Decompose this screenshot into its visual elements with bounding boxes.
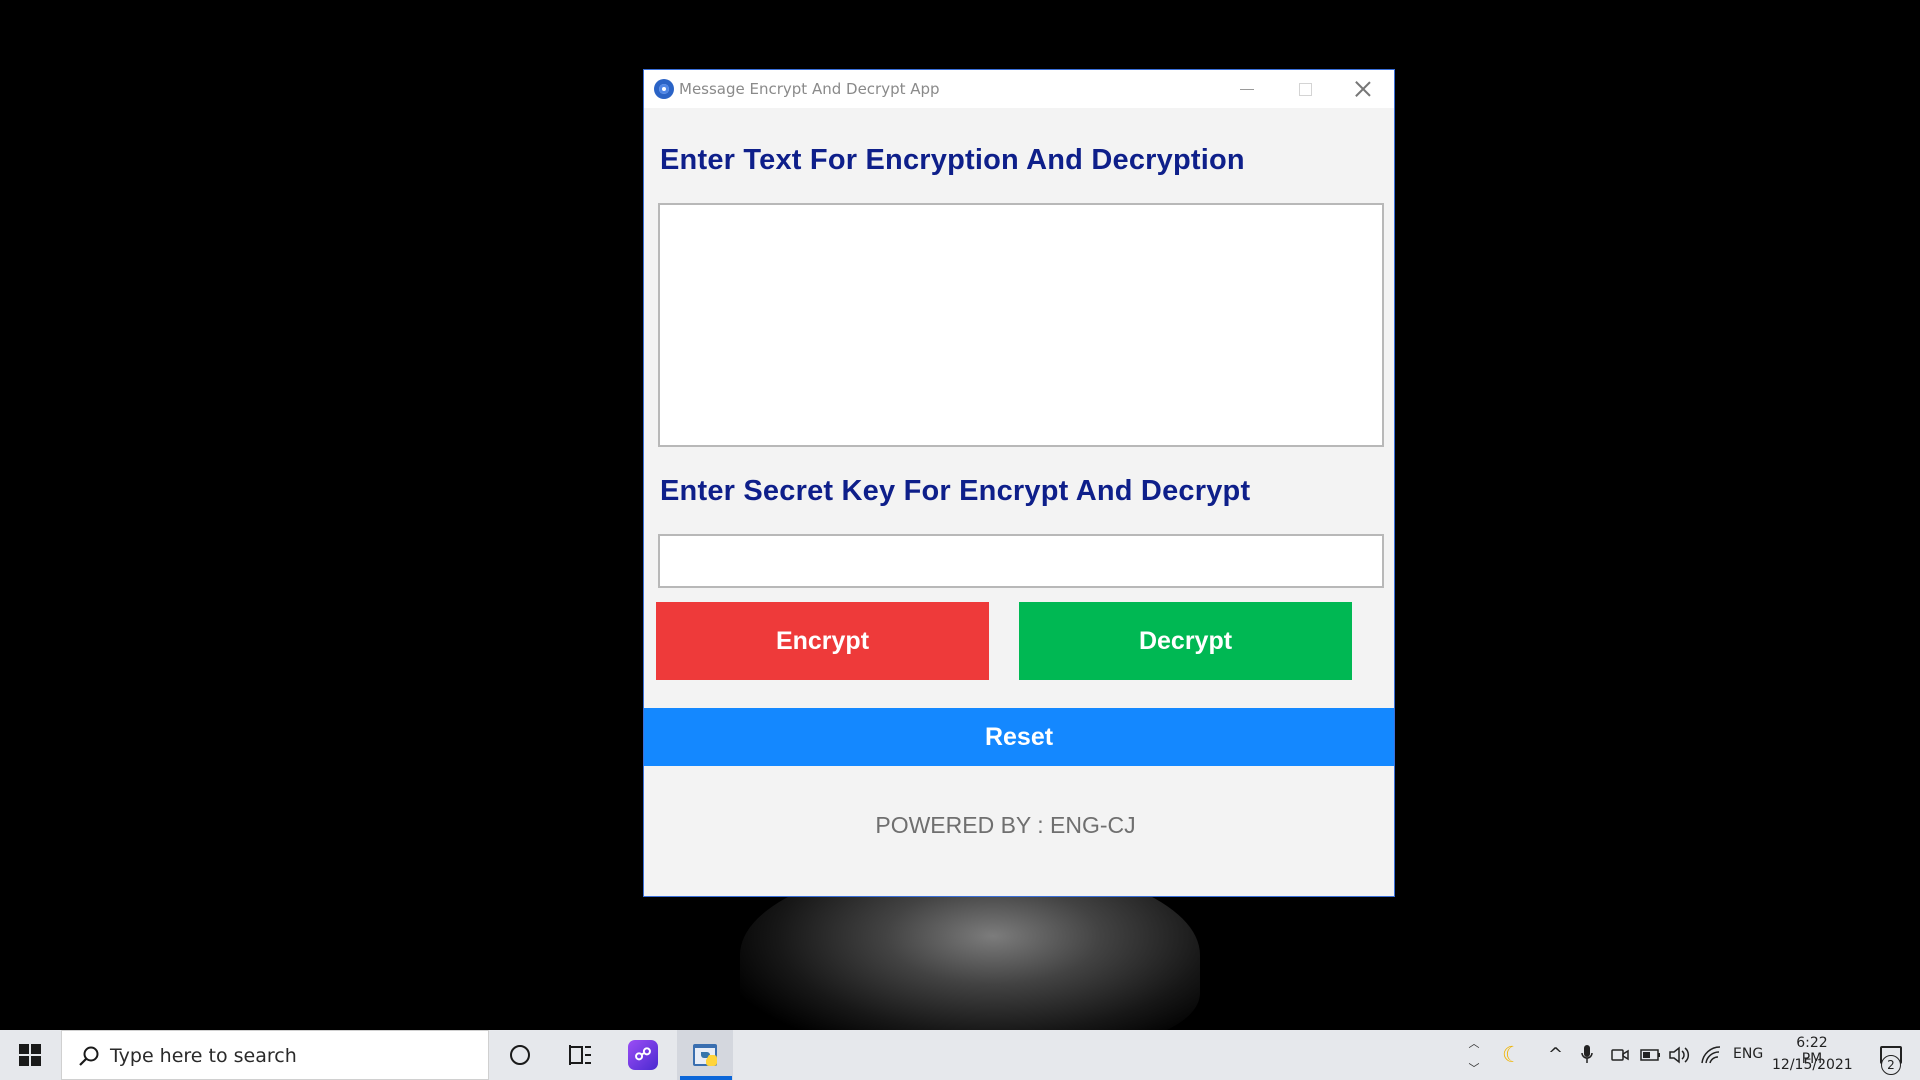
text-heading: Enter Text For Encryption And Decryption: [660, 144, 1245, 176]
desktop: Message Encrypt And Decrypt App Enter Te…: [0, 0, 1920, 1030]
window-title: Message Encrypt And Decrypt App: [679, 80, 940, 98]
tray-scroll[interactable]: ︿ ﹀: [1462, 1030, 1486, 1080]
search-icon: [79, 1046, 99, 1066]
close-button[interactable]: [1334, 70, 1392, 108]
clock-date[interactable]: 12/15/2021: [1772, 1057, 1853, 1073]
close-icon: [1355, 81, 1371, 97]
volume-icon[interactable]: [1668, 1045, 1690, 1065]
encrypt-button[interactable]: Encrypt: [656, 602, 989, 680]
app-launcher-button[interactable]: ☍: [615, 1030, 671, 1080]
message-textarea[interactable]: [658, 203, 1384, 447]
chevron-up-icon[interactable]: ^: [1548, 1044, 1563, 1065]
chevron-down-icon: ﹀: [1468, 1061, 1480, 1075]
microphone-icon[interactable]: [1580, 1044, 1594, 1066]
moon-icon[interactable]: ☾: [1502, 1043, 1522, 1068]
maximize-button: [1276, 70, 1334, 108]
chevron-up-icon: ︿: [1468, 1036, 1480, 1050]
task-view-icon: [569, 1045, 591, 1065]
wifi-icon[interactable]: [1700, 1045, 1722, 1065]
taskbar: Type here to search ☍ ︿ ﹀ ☾ ^ ENG 6:22 P…: [0, 1030, 1920, 1080]
active-app-indicator: [680, 1076, 732, 1080]
search-placeholder: Type here to search: [110, 1045, 297, 1067]
notification-count-badge: 2: [1881, 1055, 1901, 1075]
start-button[interactable]: [0, 1030, 60, 1080]
title-bar[interactable]: Message Encrypt And Decrypt App: [644, 70, 1394, 108]
language-indicator[interactable]: ENG: [1733, 1046, 1763, 1062]
key-heading: Enter Secret Key For Encrypt And Decrypt: [660, 475, 1251, 507]
battery-icon[interactable]: [1640, 1047, 1662, 1063]
footer-credit: POWERED BY : ENG-CJ: [875, 812, 1136, 838]
taskbar-search-box[interactable]: Type here to search: [61, 1030, 489, 1080]
camera-icon[interactable]: [1610, 1045, 1630, 1065]
python-app-button[interactable]: [677, 1030, 733, 1080]
maximize-icon: [1298, 82, 1312, 96]
secret-key-input[interactable]: [658, 534, 1384, 588]
reset-button[interactable]: Reset: [644, 708, 1394, 766]
app-icon: [654, 79, 674, 99]
cortana-icon: [510, 1045, 530, 1065]
app-window: Message Encrypt And Decrypt App Enter Te…: [644, 70, 1394, 896]
windows-start-icon: [19, 1044, 41, 1066]
app-launcher-icon: ☍: [628, 1040, 658, 1070]
minimize-button[interactable]: [1218, 70, 1276, 108]
python-icon: [693, 1044, 717, 1066]
decrypt-button[interactable]: Decrypt: [1019, 602, 1352, 680]
minimize-icon: [1240, 88, 1254, 90]
cortana-button[interactable]: [492, 1030, 548, 1080]
task-view-button[interactable]: [552, 1030, 608, 1080]
